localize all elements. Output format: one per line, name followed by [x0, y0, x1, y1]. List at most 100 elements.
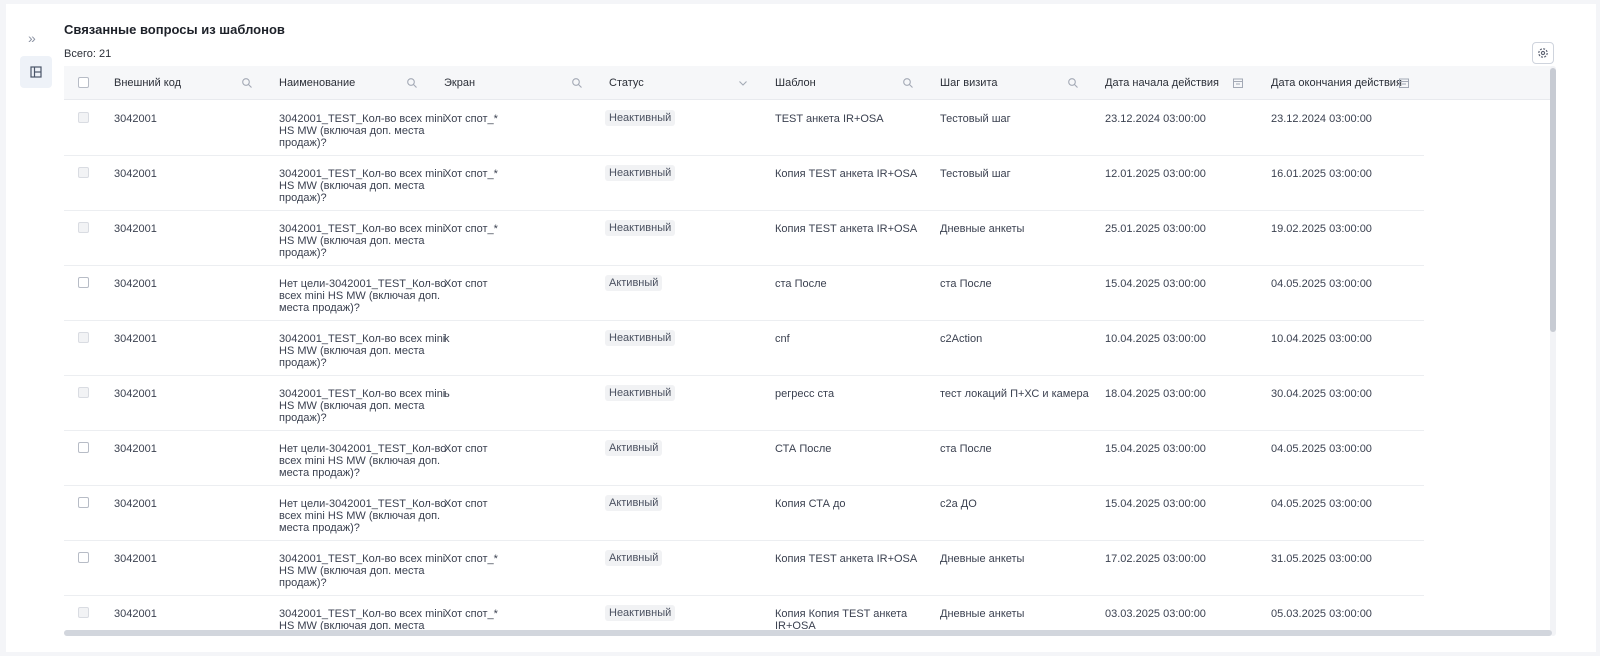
column-header-label: Дата окончания действия — [1271, 77, 1402, 89]
name-line: HS MW (включая доп. места — [279, 345, 425, 357]
template-cell: cnf — [775, 333, 790, 345]
row-checkbox — [78, 222, 89, 233]
table-row[interactable]: 3042001 Хот спот_* Тестовый шаг 12.01.2025 … — [64, 156, 1424, 211]
column-header-label: Шаг визита — [940, 77, 998, 89]
status-badge: Активный — [605, 275, 663, 291]
table-row[interactable]: 3042001 ь тест локаций П+ХС и камера 18.04.… — [64, 376, 1424, 431]
external-code-cell: 3042001 — [114, 608, 157, 620]
template-cell: Копия TEST анкета IR+OSA — [775, 223, 917, 235]
vertical-scroll-thumb[interactable] — [1550, 68, 1556, 332]
visit-step-cell: тест локаций П+ХС и камера — [940, 388, 1089, 400]
template-line: СТА После — [775, 443, 832, 455]
search-icon[interactable] — [406, 77, 418, 89]
layout-panel-button[interactable] — [20, 56, 52, 88]
visit-step-cell: Дневные анкеты — [940, 608, 1025, 620]
name-cell: Нет цели-3042001_TEST_Кол-во всех mini HS… — [279, 498, 446, 534]
column-header-step[interactable]: Шаг визита — [940, 66, 1081, 100]
name-line: HS MW (включая доп. места — [279, 180, 425, 192]
name-line: всех mini HS MW (включая доп. — [279, 510, 441, 522]
name-line: места продаж)? — [279, 522, 360, 534]
row-checkbox[interactable] — [78, 277, 89, 288]
search-icon[interactable] — [1067, 77, 1079, 89]
end-date-cell: 23.12.2024 03:00:00 — [1271, 113, 1372, 125]
end-date-cell: 05.03.2025 03:00:00 — [1271, 608, 1372, 620]
end-date-cell: 31.05.2025 03:00:00 — [1271, 553, 1372, 565]
table-header: Внешний код Наименование Экран Статус Шаблон… — [64, 66, 1552, 100]
start-date-cell: 03.03.2025 03:00:00 — [1105, 608, 1206, 620]
row-checkbox — [78, 332, 89, 343]
table-row[interactable]: 3042001 Хот спот_* Дневные анкеты 17.02.202… — [64, 541, 1424, 596]
start-date-cell: 23.12.2024 03:00:00 — [1105, 113, 1206, 125]
end-date-cell: 19.02.2025 03:00:00 — [1271, 223, 1372, 235]
name-cell: 3042001_TEST_Кол-во всех mini HS MW (вклю… — [279, 113, 445, 149]
vertical-scrollbar[interactable] — [1550, 66, 1556, 636]
calendar-icon[interactable] — [1232, 77, 1244, 89]
name-line: всех mini HS MW (включая доп. — [279, 455, 441, 467]
search-icon[interactable] — [241, 77, 253, 89]
status-badge: Неактивный — [605, 165, 676, 181]
table-settings-button[interactable] — [1532, 42, 1554, 64]
total-count: Всего: 21 — [64, 48, 112, 60]
template-cell: ста После — [775, 278, 827, 290]
search-icon[interactable] — [902, 77, 914, 89]
template-cell: Копия TEST анкета IR+OSA — [775, 553, 917, 565]
table-row[interactable]: 3042001 Хот спот ста После 15.04.2025 03:00… — [64, 431, 1424, 486]
table-row[interactable]: 3042001 Хот спот_* Тестовый шаг 23.12.2024 … — [64, 101, 1424, 156]
template-cell: регресс ста — [775, 388, 834, 400]
name-line: продаж)? — [279, 412, 327, 424]
row-checkbox — [78, 112, 89, 123]
column-header-end[interactable]: Дата окончания действия — [1271, 66, 1412, 100]
screen-cell: Хот спот_* — [444, 113, 498, 125]
end-date-cell: 04.05.2025 03:00:00 — [1271, 278, 1372, 290]
questions-table: Внешний код Наименование Экран Статус Шаблон… — [64, 66, 1552, 636]
row-checkbox — [78, 167, 89, 178]
visit-step-cell: c2Action — [940, 333, 983, 345]
select-all-checkbox[interactable] — [78, 77, 89, 88]
end-date-cell: 04.05.2025 03:00:00 — [1271, 498, 1372, 510]
table-row[interactable]: 3042001 Хот спот с2а ДО 15.04.2025 03:00:00… — [64, 486, 1424, 541]
name-line: продаж)? — [279, 247, 327, 259]
status-badge: Неактивный — [605, 330, 676, 346]
start-date-cell: 25.01.2025 03:00:00 — [1105, 223, 1206, 235]
table-row[interactable]: 3042001 k c2Action 10.04.2025 03:00:00 10.04… — [64, 321, 1424, 376]
status-badge: Неактивный — [605, 605, 676, 621]
column-header-label: Шаблон — [775, 77, 816, 89]
horizontal-scrollbar[interactable] — [64, 630, 1552, 636]
app-frame: » Связанные вопросы из шаблонов Всего: 2… — [6, 4, 1596, 652]
table-row[interactable]: 3042001 Хот спот_* Дневные анкеты 25.01.202… — [64, 211, 1424, 266]
expand-panel-icon[interactable]: » — [28, 30, 36, 46]
status-badge: Неактивный — [605, 110, 676, 126]
row-checkbox[interactable] — [78, 552, 89, 563]
status-badge: Неактивный — [605, 385, 676, 401]
page-title: Связанные вопросы из шаблонов — [64, 22, 285, 37]
name-cell: Нет цели-3042001_TEST_Кол-во всех mini HS… — [279, 443, 446, 479]
row-checkbox[interactable] — [78, 497, 89, 508]
name-line: 3042001_TEST_Кол-во всех mini — [279, 608, 446, 620]
column-header-name[interactable]: Наименование — [279, 66, 420, 100]
template-line: Копия TEST анкета IR+OSA — [775, 553, 918, 565]
row-checkbox[interactable] — [78, 442, 89, 453]
table-row[interactable]: 3042001 Хот спот ста После 15.04.2025 03:00… — [64, 266, 1424, 321]
column-header-template[interactable]: Шаблон — [775, 66, 916, 100]
start-date-cell: 10.04.2025 03:00:00 — [1105, 333, 1206, 345]
template-line: Копия TEST анкета IR+OSA — [775, 223, 918, 235]
horizontal-scroll-thumb[interactable] — [64, 630, 1552, 636]
start-date-cell: 15.04.2025 03:00:00 — [1105, 498, 1206, 510]
column-header-screen[interactable]: Экран — [444, 66, 585, 100]
column-header-code[interactable]: Внешний код — [114, 66, 255, 100]
name-line: продаж)? — [279, 137, 327, 149]
gear-icon — [1538, 48, 1548, 58]
name-line: 3042001_TEST_Кол-во всех mini — [279, 113, 446, 125]
name-line: HS MW (включая доп. места — [279, 235, 425, 247]
name-line: 3042001_TEST_Кол-во всех mini — [279, 553, 446, 565]
name-line: 3042001_TEST_Кол-во всех mini — [279, 223, 446, 235]
chevron-down-icon[interactable] — [737, 77, 749, 89]
external-code-cell: 3042001 — [114, 223, 157, 235]
column-header-status[interactable]: Статус — [609, 66, 751, 100]
name-line: 3042001_TEST_Кол-во всех mini — [279, 168, 446, 180]
status-badge: Активный — [605, 495, 663, 511]
calendar-icon[interactable] — [1398, 77, 1410, 89]
column-header-start[interactable]: Дата начала действия — [1105, 66, 1246, 100]
name-line: продаж)? — [279, 357, 327, 369]
search-icon[interactable] — [571, 77, 583, 89]
